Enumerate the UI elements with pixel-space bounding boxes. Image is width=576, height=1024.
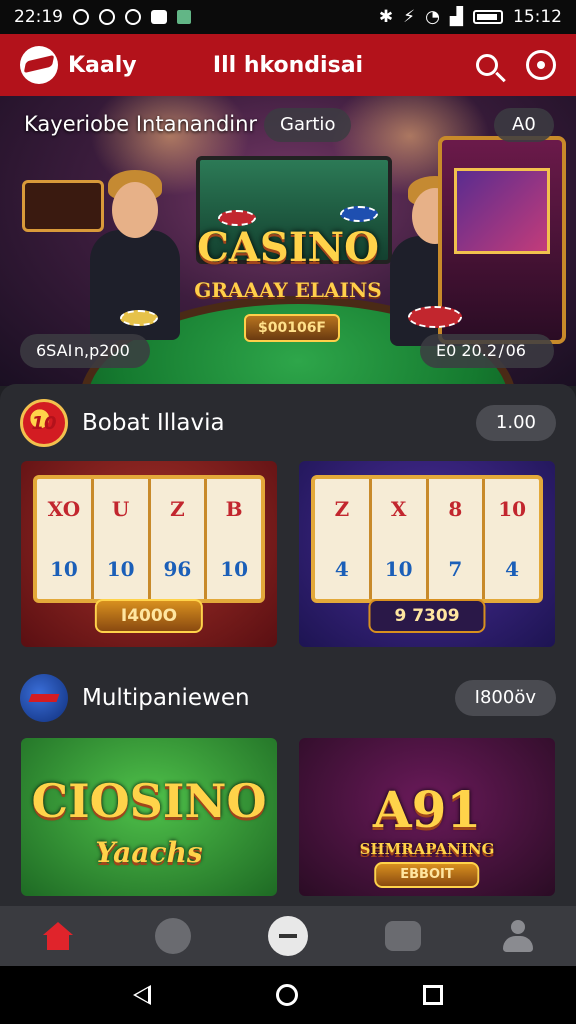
back-icon[interactable] [132, 985, 151, 1005]
home-button-icon[interactable] [275, 984, 298, 1006]
section-badge[interactable]: 1.00 [475, 405, 556, 441]
hero-banner[interactable]: Kayeriobe Intanandinr Gartio A0 CASINO G… [0, 96, 576, 386]
card-plaque: I400O [94, 599, 204, 633]
game-card[interactable]: XO 10 U 10 Z 96 B 10 I400O [21, 461, 277, 647]
bluetooth-icon: ✱ [378, 7, 394, 27]
nav-home[interactable] [38, 916, 78, 956]
game-card[interactable]: Z4 X 10 87 10 4 9 7309 [299, 461, 555, 647]
card-plaque: 9 7309 [368, 599, 486, 633]
slot-reels: Z4 X 10 87 10 4 [311, 475, 543, 603]
battery-icon [473, 10, 503, 24]
card-subtitle: SHMRAPANING [359, 840, 495, 858]
chip-icon [120, 310, 158, 326]
section-title: Multipaniewen [82, 685, 250, 711]
hero-headline: Kayeriobe Intanandinr [24, 112, 258, 136]
notification-icon [99, 9, 115, 25]
status-bar: 22:19 ✱ ⚡ ◔ ▟ 15:12 [0, 0, 576, 34]
card-plaque: EBBOIT [374, 862, 480, 888]
hero-plaque: $00106F [244, 314, 340, 342]
app-logo-icon[interactable] [20, 46, 58, 84]
nav-center[interactable] [267, 916, 308, 956]
vibrate-icon: ⚡ [403, 7, 416, 27]
app-bar: Kaaly Ill hkondisai [0, 34, 576, 96]
games-icon [154, 918, 191, 954]
tv-icon [385, 921, 422, 951]
hero-info-left[interactable]: 6SAI n,p200 [20, 334, 150, 368]
game-card[interactable]: CIOSINO Yaachs [21, 738, 277, 896]
game-card[interactable]: A91 SHMRAPANING EBBOIT [299, 738, 555, 896]
casino-title: CASINO [197, 224, 379, 271]
section-header: Multipaniewen I800öv [20, 673, 556, 723]
slot-reels: XO 10 U 10 Z 96 B 10 [33, 475, 265, 603]
system-navigation [0, 966, 576, 1024]
recents-icon[interactable] [423, 985, 444, 1005]
category-pill[interactable]: Gartio [264, 108, 352, 142]
status-clock: 15:12 [513, 7, 562, 27]
section-header: 10 Bobat Illavia 1.00 [20, 398, 556, 448]
nav-profile[interactable] [498, 916, 538, 956]
app-notification-icon [177, 10, 191, 24]
nav-games[interactable] [153, 916, 193, 956]
section-title: Bobat Illavia [82, 410, 225, 436]
card-title: A91 [372, 780, 482, 839]
hero-info-right[interactable]: E0 20.2 / 06 [420, 334, 554, 368]
nav-live[interactable] [383, 916, 423, 956]
user-icon [503, 920, 534, 952]
signal-icon: ▟ [449, 7, 463, 27]
section-badge[interactable]: I800öv [454, 680, 556, 716]
card-title: CIOSINO [31, 774, 267, 828]
wifi-icon: ◔ [425, 7, 440, 27]
chip-icon [408, 306, 462, 328]
casino-subtitle: GRAAAY ELAINS [194, 278, 382, 302]
app-notification-icon [151, 10, 167, 24]
home-icon [42, 922, 73, 950]
notification-icon [73, 9, 89, 25]
corner-pill[interactable]: A0 [494, 108, 554, 142]
brand-name: Kaaly [68, 52, 137, 78]
center-icon [267, 916, 308, 956]
section-logo-icon [20, 674, 68, 722]
settings-icon[interactable] [526, 50, 556, 80]
status-time: 22:19 [14, 7, 63, 27]
bottom-navigation [0, 906, 576, 966]
search-icon[interactable] [476, 54, 498, 76]
notification-icon [125, 9, 141, 25]
card-subtitle: Yaachs [95, 836, 203, 869]
section-logo-icon: 10 [20, 399, 68, 447]
chip-icon [340, 206, 378, 222]
